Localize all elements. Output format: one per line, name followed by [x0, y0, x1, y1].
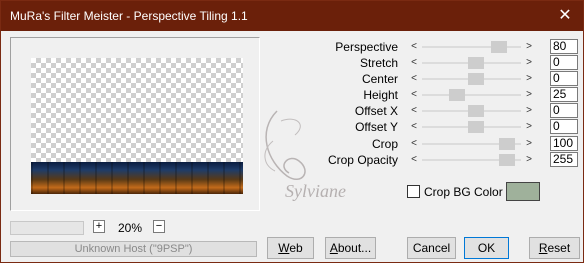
slider-left-arrow-icon[interactable]: < [408, 56, 420, 70]
crop-bg-label: Crop BG Color [424, 185, 503, 199]
param-label: Center [361, 72, 398, 86]
slider-right-arrow-icon[interactable]: > [523, 40, 535, 54]
slider-left-arrow-icon[interactable]: < [408, 104, 420, 118]
value-field-stretch[interactable]: 0 [550, 55, 578, 70]
slider-thumb[interactable] [499, 138, 516, 150]
slider-thumb[interactable] [490, 41, 507, 53]
value-field-offset-x[interactable]: 0 [550, 103, 578, 118]
slider-offset-x[interactable]: < > [406, 104, 537, 118]
slider-height[interactable]: < > [406, 88, 537, 102]
crop-bg-checkbox[interactable] [407, 185, 420, 198]
watermark-signature: Sylviane [264, 110, 346, 201]
slider-thumb[interactable] [467, 105, 484, 117]
slider-left-arrow-icon[interactable]: < [408, 137, 420, 151]
window-title: MuRa's Filter Meister - Perspective Tili… [10, 9, 248, 23]
watermark-text: Sylviane [285, 181, 346, 201]
slider-left-arrow-icon[interactable]: < [408, 72, 420, 86]
ok-button[interactable]: OK [464, 237, 509, 259]
preview-panel [10, 37, 260, 211]
param-label: Offset Y [355, 120, 398, 134]
slider-thumb[interactable] [467, 73, 484, 85]
slider-thumb[interactable] [499, 154, 516, 166]
value-field-crop[interactable]: 100 [550, 136, 578, 151]
status-bar: Unknown Host ("9PSP") [10, 241, 257, 257]
close-icon[interactable]: ✕ [553, 5, 577, 27]
param-label: Height [363, 88, 398, 102]
slider-crop-opacity[interactable]: < > [406, 153, 537, 167]
slider-left-arrow-icon[interactable]: < [408, 88, 420, 102]
zoom-level: 20% [118, 221, 143, 235]
crop-bg-color-swatch[interactable] [506, 182, 540, 201]
slider-right-arrow-icon[interactable]: > [523, 72, 535, 86]
slider-crop[interactable]: < > [406, 137, 537, 151]
value-field-center[interactable]: 0 [550, 71, 578, 86]
value-field-height[interactable]: 25 [550, 87, 578, 102]
reset-rest: eset [547, 241, 571, 255]
zoom-slider-field[interactable] [10, 221, 84, 235]
preview-floor-lines [31, 162, 243, 194]
slider-thumb[interactable] [467, 57, 484, 69]
cancel-button[interactable]: Cancel [407, 237, 456, 259]
zoom-out-button[interactable]: − [153, 220, 165, 233]
param-label: Perspective [335, 40, 398, 54]
slider-perspective[interactable]: < > [406, 40, 537, 54]
web-accel: W [278, 241, 290, 255]
filter-dialog: MuRa's Filter Meister - Perspective Tili… [0, 0, 584, 263]
reset-button[interactable]: Reset [529, 237, 580, 259]
slider-center[interactable]: < > [406, 72, 537, 86]
slider-track[interactable] [422, 94, 521, 96]
slider-right-arrow-icon[interactable]: > [523, 137, 535, 151]
web-rest: eb [289, 241, 303, 255]
value-field-offset-y[interactable]: 0 [550, 119, 578, 134]
param-label: Offset X [354, 104, 398, 118]
slider-thumb[interactable] [448, 89, 465, 101]
slider-thumb[interactable] [467, 121, 484, 133]
slider-right-arrow-icon[interactable]: > [523, 120, 535, 134]
slider-offset-y[interactable]: < > [406, 120, 537, 134]
value-field-crop-opacity[interactable]: 255 [550, 152, 578, 167]
slider-right-arrow-icon[interactable]: > [523, 153, 535, 167]
slider-right-arrow-icon[interactable]: > [523, 88, 535, 102]
param-label: Stretch [359, 56, 398, 70]
value-field-perspective[interactable]: 80 [550, 39, 578, 54]
about-accel: A [329, 241, 338, 255]
preview-image[interactable] [31, 58, 243, 194]
title-bar: MuRa's Filter Meister - Perspective Tili… [1, 1, 583, 31]
about-button[interactable]: About... [325, 237, 376, 259]
slider-stretch[interactable]: < > [406, 56, 537, 70]
slider-left-arrow-icon[interactable]: < [408, 40, 420, 54]
about-rest: bout... [337, 241, 372, 255]
zoom-in-button[interactable]: + [93, 220, 105, 233]
slider-right-arrow-icon[interactable]: > [523, 56, 535, 70]
slider-left-arrow-icon[interactable]: < [408, 153, 420, 167]
web-button[interactable]: Web [267, 237, 314, 259]
param-label: Crop [371, 137, 398, 151]
slider-left-arrow-icon[interactable]: < [408, 120, 420, 134]
slider-right-arrow-icon[interactable]: > [523, 104, 535, 118]
